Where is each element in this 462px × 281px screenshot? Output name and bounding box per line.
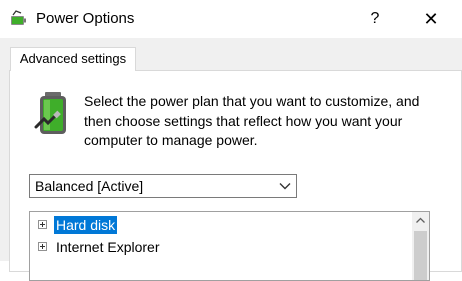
settings-tree[interactable]: Hard disk Internet Explorer xyxy=(29,211,430,281)
close-button[interactable]: ✕ xyxy=(414,0,448,38)
description-text: Select the power plan that you want to c… xyxy=(84,93,420,148)
tree-item-label: Hard disk xyxy=(54,216,118,234)
scroll-up-arrow-icon[interactable] xyxy=(412,212,429,229)
tree-item-label: Internet Explorer xyxy=(56,239,160,255)
tree-item-internet-explorer[interactable]: Internet Explorer xyxy=(30,236,410,258)
power-plan-value: Balanced [Active] xyxy=(35,178,144,194)
title-bar: Power Options ? ✕ xyxy=(0,0,462,38)
power-options-icon xyxy=(11,10,26,25)
tree-item-hard-disk[interactable]: Hard disk xyxy=(30,214,410,236)
window-title: Power Options xyxy=(36,10,135,27)
dialog-body: Advanced settings Select the power plan … xyxy=(0,38,462,281)
help-button[interactable]: ? xyxy=(358,0,392,38)
tab-advanced-settings[interactable]: Advanced settings xyxy=(10,47,136,71)
advanced-settings-panel: Select the power plan that you want to c… xyxy=(9,70,462,281)
chevron-down-icon xyxy=(279,183,291,190)
battery-power-icon xyxy=(34,92,66,134)
power-plan-dropdown[interactable]: Balanced [Active] xyxy=(29,174,297,198)
scroll-thumb[interactable] xyxy=(414,231,427,280)
vertical-scrollbar[interactable] xyxy=(412,212,429,280)
expand-plus-icon[interactable] xyxy=(38,242,47,251)
expand-plus-icon[interactable] xyxy=(38,220,47,229)
